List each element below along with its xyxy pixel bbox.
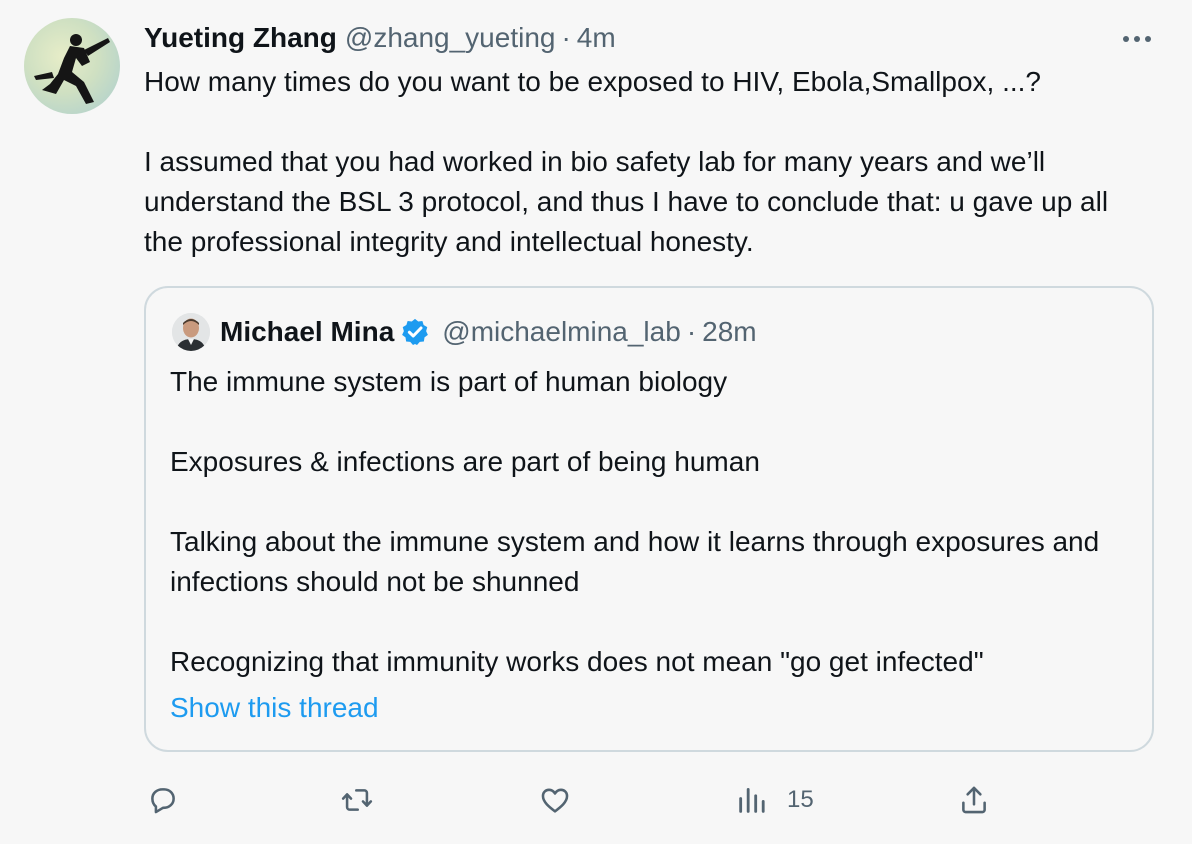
author-avatar[interactable] [24,18,120,114]
quoted-author-handle[interactable]: @michaelmina_lab [442,316,681,348]
like-button[interactable] [538,778,572,822]
retweet-icon [341,789,373,811]
tweet-header: Yueting Zhang @zhang_yueting · 4m [144,18,616,58]
show-thread-link[interactable]: Show this thread [170,688,379,728]
separator-dot: · [561,22,571,53]
quoted-author-avatar-image [172,313,210,351]
author-avatar-image [34,34,110,104]
views-button[interactable]: 15 [735,778,814,822]
tweet: Yueting Zhang @zhang_yueting · 4m How ma… [0,0,1192,844]
like-icon [541,788,569,813]
quoted-paragraph: The immune system is part of human biolo… [170,366,728,397]
views-icon [739,787,765,813]
quoted-author-name[interactable]: Michael Mina [220,316,394,348]
quoted-author-avatar[interactable] [172,313,210,351]
quoted-tweet[interactable]: Michael Mina @michaelmina_lab · 28m The … [144,286,1154,752]
quoted-tweet-header: Michael Mina @michaelmina_lab · 28m [172,312,757,352]
reply-icon [151,788,175,814]
tweet-paragraph: How many times do you want to be exposed… [144,66,1041,97]
quoted-tweet-text: The immune system is part of human biolo… [170,362,1130,682]
tweet-timestamp[interactable]: 4m [577,22,616,54]
views-count: 15 [787,786,814,813]
tweet-text: How many times do you want to be exposed… [144,62,1154,262]
share-icon [962,786,986,814]
author-name[interactable]: Yueting Zhang [144,22,337,54]
quoted-paragraph: Recognizing that immunity works does not… [170,646,984,677]
author-handle[interactable]: @zhang_yueting [345,22,556,54]
more-options-button[interactable] [1118,24,1156,54]
tweet-paragraph: I assumed that you had worked in bio saf… [144,146,1109,257]
quoted-tweet-timestamp[interactable]: 28m [702,316,756,348]
reply-button[interactable] [146,778,180,822]
separator-dot: · [686,316,697,347]
share-button[interactable] [957,778,991,822]
verified-badge-icon [400,317,430,347]
more-horizontal-icon [1123,36,1151,42]
retweet-button[interactable] [340,778,374,822]
quoted-paragraph: Exposures & infections are part of being… [170,446,760,477]
quoted-paragraph: Talking about the immune system and how … [170,526,1100,597]
tweet-actions-bar: 15 [0,770,1192,830]
